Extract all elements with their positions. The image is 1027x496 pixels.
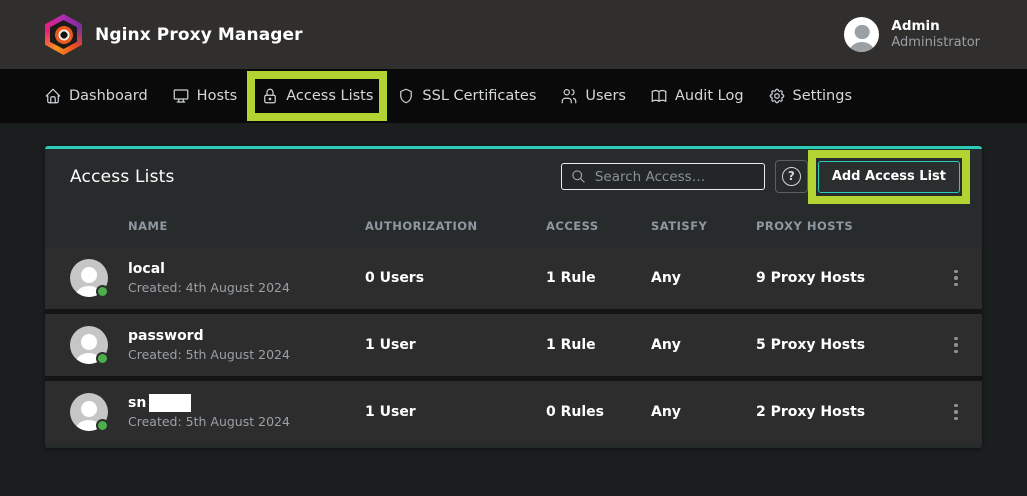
authorization-value: 0 Users <box>365 270 546 286</box>
access-value: 1 Rule <box>546 337 651 353</box>
created-date: Created: 5th August 2024 <box>128 346 290 364</box>
column-header-authorization: AUTHORIZATION <box>365 219 546 233</box>
name-lines: local Created: 4th August 2024 <box>128 259 290 297</box>
satisfy-value: Any <box>651 337 756 353</box>
user-name: Admin <box>891 18 980 35</box>
nav-item-ssl-certificates[interactable]: SSL Certificates <box>397 87 536 105</box>
users-icon <box>560 87 578 105</box>
nav-label: Dashboard <box>69 88 148 104</box>
question-icon: ? <box>782 167 801 186</box>
search-input[interactable] <box>595 169 755 185</box>
nav-label: Access Lists <box>286 88 373 104</box>
nav-label: Users <box>585 88 626 104</box>
table-row[interactable]: local Created: 4th August 2024 0 Users 1… <box>45 247 982 309</box>
panel-tools: ? Add Access List <box>561 160 970 193</box>
shield-icon <box>397 87 415 105</box>
help-button[interactable]: ? <box>775 160 808 193</box>
user-menu[interactable]: Admin Administrator <box>844 17 980 52</box>
access-list-name: sn <box>128 393 290 413</box>
user-avatar[interactable] <box>844 17 879 52</box>
user-role: Administrator <box>891 35 980 51</box>
name-lines: password Created: 5th August 2024 <box>128 326 290 364</box>
created-date: Created: 4th August 2024 <box>128 279 290 297</box>
avatar-wrap <box>70 259 108 297</box>
authorization-value: 1 User <box>365 404 546 420</box>
nav-label: Hosts <box>197 88 238 104</box>
home-icon <box>44 87 62 105</box>
column-header-name: NAME <box>70 219 365 233</box>
book-icon <box>650 87 668 105</box>
gear-icon <box>768 87 786 105</box>
name-cell: sn Created: 5th August 2024 <box>70 393 365 431</box>
column-header-satisfy: SATISFY <box>651 219 756 233</box>
authorization-value: 1 User <box>365 337 546 353</box>
panel-header: Access Lists ? Add Access List <box>45 149 982 204</box>
access-value: 0 Rules <box>546 404 651 420</box>
search-box <box>561 163 765 190</box>
row-actions-menu-icon[interactable] <box>946 331 966 360</box>
satisfy-value: Any <box>651 270 756 286</box>
nav-item-settings[interactable]: Settings <box>768 87 852 105</box>
search-icon <box>571 169 586 184</box>
nav-item-access-lists[interactable]: Access Lists <box>261 87 373 105</box>
name-lines: sn Created: 5th August 2024 <box>128 393 290 431</box>
status-online-dot <box>96 352 109 365</box>
access-lists-panel: Access Lists ? Add Access List <box>45 146 982 448</box>
avatar-wrap <box>70 393 108 431</box>
nav-label: Audit Log <box>675 88 744 104</box>
row-actions-menu-icon[interactable] <box>946 398 966 427</box>
add-button-wrap: Add Access List <box>818 161 960 193</box>
table-header: NAME AUTHORIZATION ACCESS SATISFY PROXY … <box>45 204 982 247</box>
name-cell: password Created: 5th August 2024 <box>70 326 365 364</box>
page-title: Access Lists <box>70 167 175 187</box>
column-header-proxy-hosts: PROXY HOSTS <box>756 219 946 233</box>
status-online-dot <box>96 419 109 432</box>
column-header-access: ACCESS <box>546 219 651 233</box>
proxy-hosts-value: 9 Proxy Hosts <box>756 270 946 286</box>
redaction-box <box>149 394 191 412</box>
lock-icon <box>261 87 279 105</box>
created-date: Created: 5th August 2024 <box>128 413 290 431</box>
nav-item-dashboard[interactable]: Dashboard <box>44 87 148 105</box>
app-header: Nginx Proxy Manager Admin Administrator <box>0 0 1027 69</box>
nav-label: SSL Certificates <box>422 88 536 104</box>
table-row[interactable]: sn Created: 5th August 2024 1 User 0 Rul… <box>45 381 982 443</box>
table-body: local Created: 4th August 2024 0 Users 1… <box>45 247 982 443</box>
app-title: Nginx Proxy Manager <box>95 25 303 45</box>
avatar-wrap <box>70 326 108 364</box>
proxy-hosts-value: 2 Proxy Hosts <box>756 404 946 420</box>
nginx-proxy-manager-logo-icon <box>45 14 82 55</box>
access-value: 1 Rule <box>546 270 651 286</box>
access-list-name: password <box>128 326 290 346</box>
name-cell: local Created: 4th August 2024 <box>70 259 365 297</box>
access-list-name: local <box>128 259 290 279</box>
nav-item-users[interactable]: Users <box>560 87 626 105</box>
nav-item-audit-log[interactable]: Audit Log <box>650 87 744 105</box>
monitor-icon <box>172 87 190 105</box>
satisfy-value: Any <box>651 404 756 420</box>
brand: Nginx Proxy Manager <box>45 14 303 55</box>
user-meta: Admin Administrator <box>891 18 980 51</box>
main-nav: Dashboard Hosts Access Lists SSL Certifi… <box>0 69 1027 123</box>
status-online-dot <box>96 285 109 298</box>
nav-item-hosts[interactable]: Hosts <box>172 87 238 105</box>
table-row[interactable]: password Created: 5th August 2024 1 User… <box>45 314 982 376</box>
proxy-hosts-value: 5 Proxy Hosts <box>756 337 946 353</box>
content-area: Access Lists ? Add Access List <box>0 123 1027 448</box>
nav-label: Settings <box>793 88 852 104</box>
row-actions-menu-icon[interactable] <box>946 264 966 293</box>
add-access-list-button[interactable]: Add Access List <box>818 161 960 193</box>
